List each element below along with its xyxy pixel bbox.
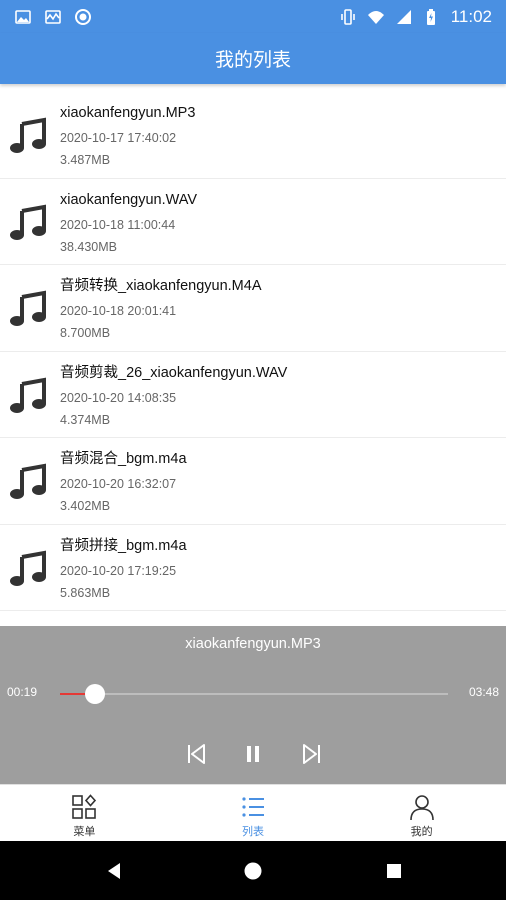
file-list-item[interactable]: 音频拼接_bgm.m4a 2020-10-20 17:19:25 5.863MB [0,525,506,611]
file-name: xiaokanfengyun.MP3 [60,105,196,121]
file-size: 4.374MB [60,412,111,427]
file-date: 2020-10-20 16:32:07 [60,477,177,491]
music-note-icon [8,462,48,502]
status-bar: 11:02 [0,0,506,33]
status-system: 11:02 [339,7,492,27]
bottom-navigation: 菜单 列表 我的 [0,784,506,841]
nav-label-menu: 菜单 [73,825,96,838]
page-title: 我的列表 [214,49,291,71]
seek-bar[interactable] [60,684,448,704]
wifi-icon [367,8,385,26]
file-date: 2020-10-18 11:00:44 [60,217,176,232]
battery-icon [423,8,441,26]
person-icon [408,793,436,821]
file-date: 2020-10-20 17:19:25 [60,563,177,578]
file-list-item[interactable]: xiaokanfengyun.WAV 2020-10-18 11:00:44 3… [0,179,506,265]
file-list-item[interactable]: 音频剪裁_26_xiaokanfengyun.WAV 2020-10-20 14… [0,352,506,438]
list-icon [239,793,267,821]
file-date: 2020-10-20 14:08:35 [60,390,177,405]
file-date: 2020-10-17 17:40:02 [60,131,177,145]
player-total-time: 03:48 [468,685,499,699]
nav-label-list: 列表 [242,825,264,838]
back-icon[interactable] [104,861,124,881]
system-nav-bar [0,841,506,900]
file-size: 3.487MB [60,153,111,167]
activity-icon [44,8,62,26]
music-note-icon [8,376,48,416]
player-track-title: xiaokanfengyun.MP3 [185,636,321,652]
file-date: 2020-10-18 20:01:41 [60,304,177,318]
file-size: 8.700MB [60,326,111,340]
nav-tab-profile[interactable]: 我的 [337,785,506,841]
file-list: xiaokanfengyun.MP3 2020-10-17 17:40:02 3… [0,92,506,611]
signal-icon [395,8,413,26]
file-size: 3.402MB [60,499,111,513]
file-name: 音频剪裁_26_xiaokanfengyun.WAV [60,364,288,381]
audio-player: xiaokanfengyun.MP3 00:19 03:48 [0,626,506,784]
music-note-icon [8,116,48,156]
file-name: xiaokanfengyun.WAV [60,191,198,208]
nav-tab-menu[interactable]: 菜单 [0,785,169,841]
seek-bar-thumb[interactable] [84,684,105,704]
file-size: 38.430MB [60,239,117,254]
nav-label-profile: 我的 [410,825,433,838]
file-list-item[interactable]: 音频混合_bgm.m4a 2020-10-20 16:32:07 3.402MB [0,438,506,525]
skip-previous-icon[interactable] [184,742,208,766]
music-note-icon [8,549,48,589]
status-notifications [14,8,92,26]
music-note-icon [8,289,48,329]
file-name: 音频混合_bgm.m4a [60,451,187,467]
music-note-icon [8,203,48,243]
circle-icon [74,8,92,26]
vibrate-icon [339,8,357,26]
image-icon [14,8,32,26]
file-list-item[interactable]: xiaokanfengyun.MP3 2020-10-17 17:40:02 3… [0,92,506,179]
file-size: 5.863MB [60,585,111,600]
skip-next-icon[interactable] [300,742,324,766]
status-time: 11:02 [450,6,492,26]
file-name: 音频转换_xiaokanfengyun.M4A [60,278,262,294]
nav-tab-list[interactable]: 列表 [169,785,338,841]
app-bar: 我的列表 [0,33,506,84]
pause-icon[interactable] [241,742,265,766]
player-current-time: 00:19 [7,685,38,699]
file-name: 音频拼接_bgm.m4a [60,537,187,554]
file-list-item[interactable]: 音频转换_xiaokanfengyun.M4A 2020-10-18 20:01… [0,265,506,352]
recents-icon[interactable] [384,861,404,881]
home-icon[interactable] [243,861,263,881]
grid-menu-icon [70,793,98,821]
